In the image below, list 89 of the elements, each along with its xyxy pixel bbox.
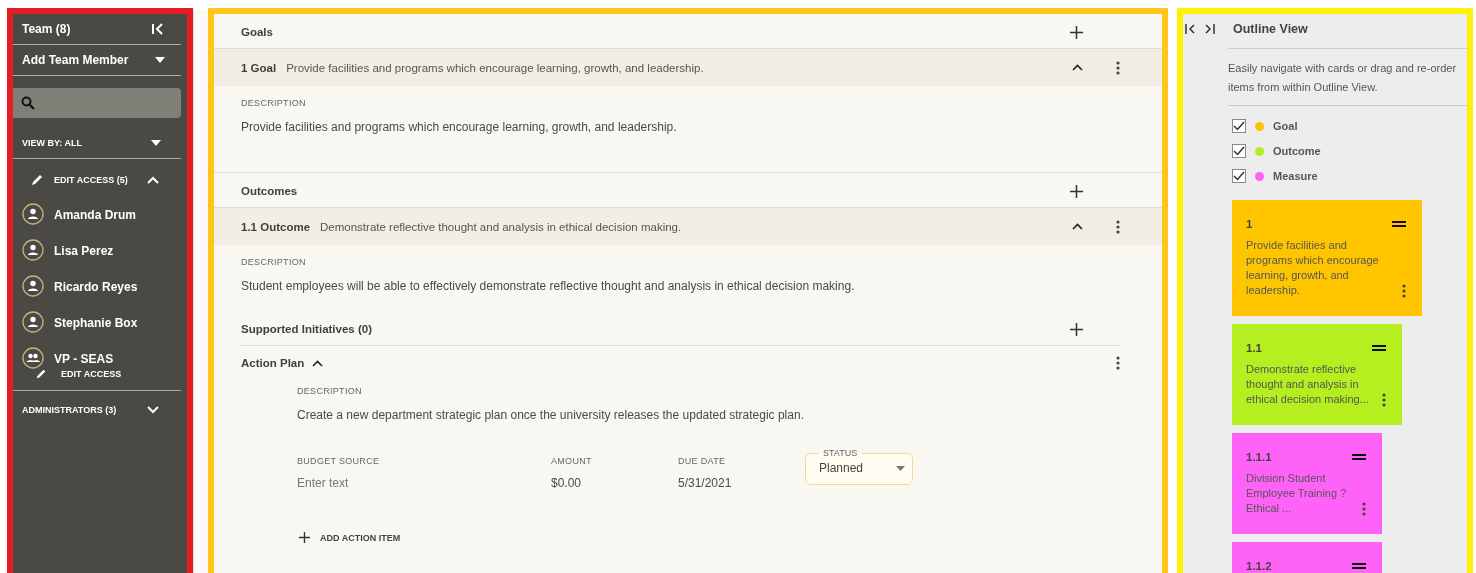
member-name[interactable]: Lisa Perez — [54, 244, 114, 258]
checkbox[interactable] — [1232, 119, 1246, 133]
filter-label: Outcome — [1273, 145, 1321, 157]
add-icon[interactable] — [1070, 25, 1083, 39]
card-text: Division Student Employee Training ? Ethical ... — [1246, 471, 1348, 516]
person-avatar-icon — [22, 311, 44, 333]
view-by-dropdown[interactable]: VIEW BY: ALL — [13, 128, 181, 159]
chevron-down-icon — [147, 406, 159, 414]
caret-icon — [151, 140, 161, 146]
caret-icon — [896, 465, 905, 471]
caret-icon — [155, 57, 165, 63]
access-label: EDIT ACCESS — [61, 369, 122, 379]
outline-card[interactable]: 1 Provide facilities and programs which encourage learning, growth, and leadership. — [1232, 200, 1422, 316]
field-label: DESCRIPTION — [241, 98, 307, 108]
item-title: Demonstrate reflective thought and analysis in ethical decision making. — [320, 220, 683, 233]
outline-card[interactable]: 1.1 Demonstrate reflective thought and analysis in ethical decision making... — [1232, 324, 1402, 425]
field-label: STATUS — [822, 448, 859, 458]
pencil-icon — [30, 173, 44, 187]
search-field[interactable] — [13, 88, 181, 118]
chevron-up-icon[interactable] — [1072, 223, 1083, 230]
plus-icon — [299, 532, 310, 543]
description-text: Provide facilities and programs which encourage learning, growth, and leadership. — [241, 120, 678, 134]
status-select[interactable]: STATUS Planned — [805, 448, 913, 485]
more-icon[interactable] — [1116, 356, 1120, 370]
drag-handle-icon[interactable] — [1392, 221, 1406, 227]
more-icon[interactable] — [1402, 284, 1406, 298]
card-number: 1 — [1246, 218, 1253, 230]
field-label: DUE DATE — [678, 456, 727, 466]
card-number: 1.1.2 — [1246, 560, 1272, 572]
intro-text: Easily navigate with cards or drag and re-order items from within Outline View. — [1228, 48, 1467, 106]
item-number: 1 Goal — [241, 61, 277, 74]
collapse-icon[interactable] — [151, 22, 165, 36]
search-icon — [21, 96, 35, 110]
description-text: Create a new department strategic plan once the university releases the updated strategic plan. — [297, 408, 805, 422]
section-heading: Outcomes — [241, 185, 298, 197]
person-avatar-icon — [22, 203, 44, 225]
card-number: 1.1 — [1246, 342, 1262, 354]
more-icon[interactable] — [1362, 502, 1366, 516]
field-label: BUDGET SOURCE — [297, 456, 381, 466]
member-name[interactable]: Ricardo Reyes — [54, 280, 138, 294]
item-number: 1.1 Outcome — [241, 220, 311, 233]
outline-card[interactable]: 1.1.1 Division Student Employee Training ? Ethical ... — [1232, 433, 1382, 534]
people-avatar-icon — [22, 347, 44, 369]
add-team-member-dropdown[interactable]: Add Team Member — [13, 45, 181, 76]
member-name[interactable]: Amanda Drum — [54, 208, 136, 222]
person-avatar-icon — [22, 239, 44, 261]
outline-card[interactable]: 1.1.2 — [1232, 542, 1382, 573]
action-plan-title: Action Plan — [241, 357, 305, 369]
budget-source-field[interactable]: Enter text — [297, 476, 497, 490]
person-avatar-icon — [22, 275, 44, 297]
more-icon[interactable] — [1382, 393, 1386, 407]
item-header[interactable]: 1.1 Outcome Demonstrate reflective thought and analysis in ethical decision making. — [214, 208, 1162, 245]
chevron-up-icon — [147, 176, 159, 184]
member-name[interactable]: Stephanie Box — [54, 316, 138, 330]
pencil-icon — [35, 368, 47, 380]
card-text: Provide facilities and programs which encourage learning, growth, and leadership. — [1246, 238, 1380, 298]
section-heading: Supported Initiatives (0) — [241, 323, 372, 335]
add-action-item-button[interactable]: ADD ACTION ITEM — [297, 532, 401, 543]
drag-handle-icon[interactable] — [1352, 563, 1366, 569]
expand-icon[interactable] — [1203, 24, 1215, 34]
more-icon[interactable] — [1116, 219, 1120, 234]
section-heading: Goals — [241, 26, 273, 38]
add-icon[interactable] — [1070, 184, 1083, 198]
access-group-header[interactable]: ADMINISTRATORS (3) — [13, 391, 181, 425]
team-title: Team (8) — [22, 22, 71, 36]
access-group-header[interactable]: EDIT ACCESS (5) — [13, 159, 181, 197]
checkbox[interactable] — [1232, 144, 1246, 158]
add-icon[interactable] — [1070, 322, 1083, 336]
filter-label: Goal — [1273, 120, 1298, 132]
drag-handle-icon[interactable] — [1372, 345, 1386, 351]
description-text: Student employees will be able to effectively demonstrate reflective thought and analysis in ethical decision making. — [241, 279, 856, 293]
checkbox[interactable] — [1232, 169, 1246, 183]
collapse-icon[interactable] — [1185, 24, 1197, 34]
chevron-up-icon[interactable] — [1072, 64, 1083, 71]
more-icon[interactable] — [1116, 60, 1120, 75]
field-label: DESCRIPTION — [297, 386, 363, 396]
filter-label: Measure — [1273, 170, 1318, 182]
chevron-up-icon[interactable] — [312, 359, 324, 367]
member-name[interactable]: VP - SEAS — [54, 352, 114, 366]
outline-title: Outline View — [1233, 22, 1308, 36]
item-title: Provide facilities and programs which encourage learning, growth, and leadership. — [286, 61, 705, 74]
card-number: 1.1.1 — [1246, 451, 1272, 463]
field-value: 5/31/2021 — [678, 476, 733, 490]
card-text: Demonstrate reflective thought and analysis in ethical decision making... — [1246, 362, 1370, 407]
field-label: AMOUNT — [551, 456, 593, 466]
item-header[interactable]: 1 Goal Provide facilities and programs which encourage learning, growth, and leadership. — [214, 49, 1162, 86]
field-value: $0.00 — [551, 476, 583, 490]
drag-handle-icon[interactable] — [1352, 454, 1366, 460]
field-label: DESCRIPTION — [241, 257, 307, 267]
